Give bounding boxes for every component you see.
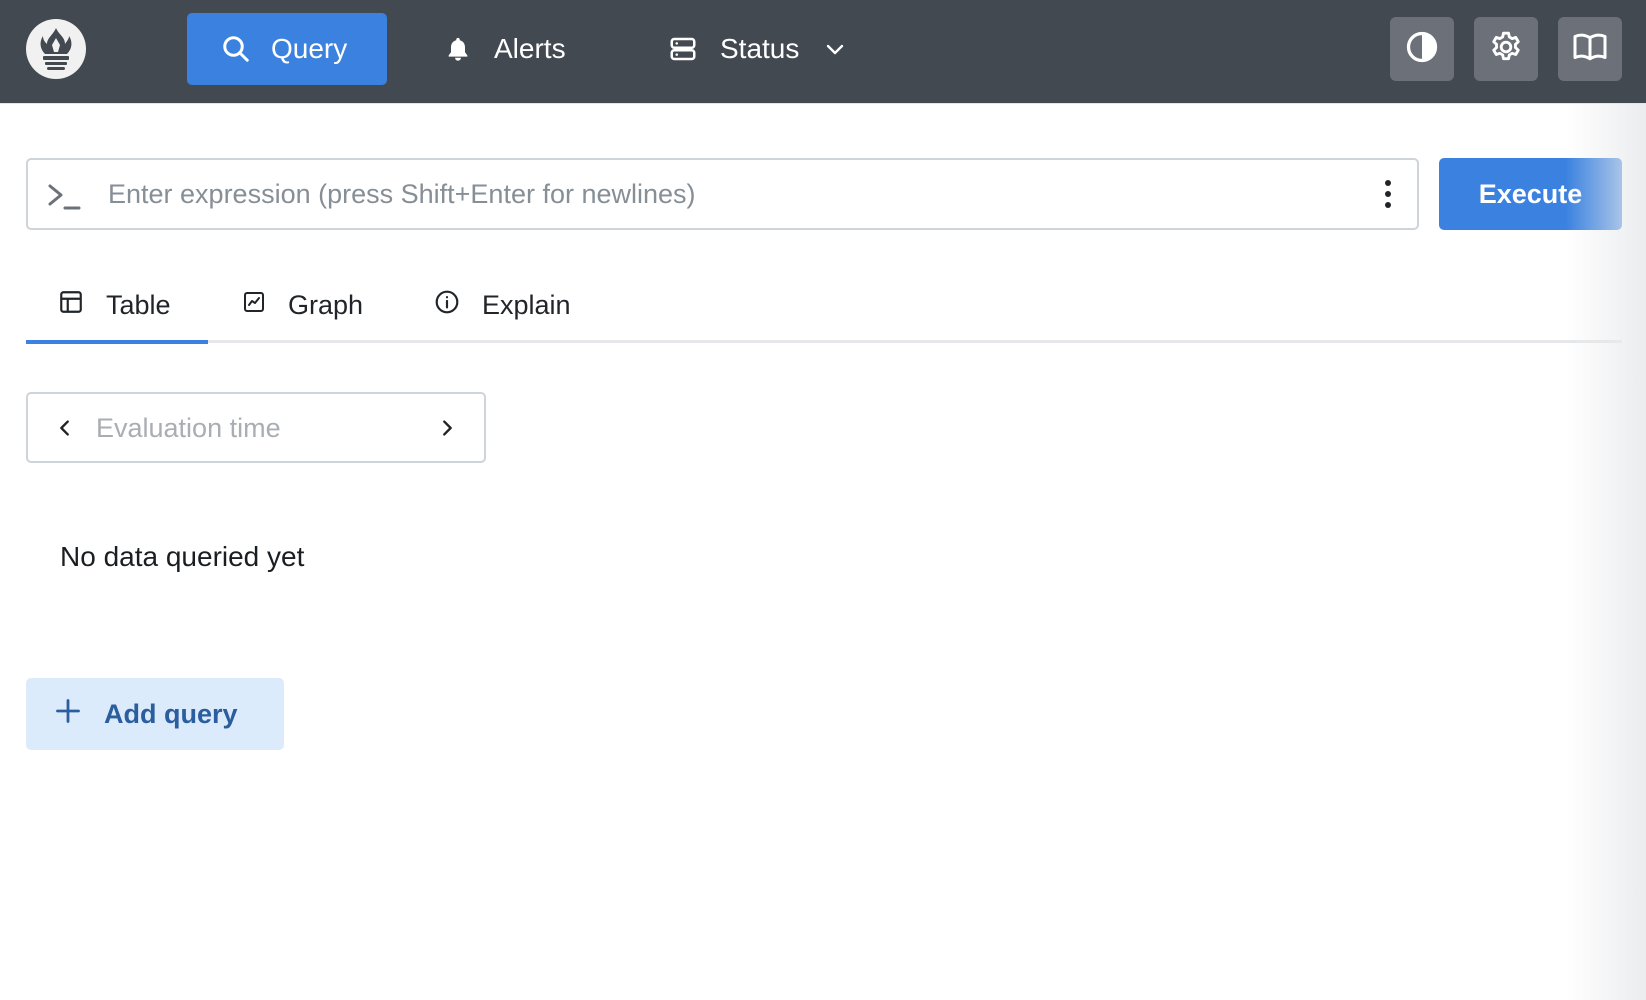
- chevron-right-icon[interactable]: [436, 417, 458, 444]
- edge-shadow: [1566, 104, 1646, 1000]
- plus-icon: [54, 697, 82, 732]
- info-icon: [434, 289, 460, 322]
- result-tabs: Table Graph Explain: [26, 268, 1622, 344]
- nav-alerts[interactable]: Alerts: [444, 13, 566, 85]
- add-query-button[interactable]: Add query: [26, 678, 284, 750]
- evaluation-time-input[interactable]: [96, 406, 396, 450]
- theme-toggle-button[interactable]: [1390, 17, 1454, 81]
- nav-status-dropdown[interactable]: Status: [668, 13, 847, 85]
- contrast-icon: [1404, 29, 1440, 70]
- settings-button[interactable]: [1474, 17, 1538, 81]
- book-icon: [1571, 29, 1609, 70]
- tab-graph-label: Graph: [288, 290, 364, 320]
- chart-icon: [242, 290, 266, 321]
- tab-table-label: Table: [106, 290, 171, 320]
- nav-query-label: Query: [271, 33, 348, 64]
- nav-status-label: Status: [720, 33, 800, 64]
- server-icon: [668, 34, 698, 64]
- terminal-prompt-icon: [46, 180, 86, 219]
- active-tab-indicator: [26, 340, 208, 344]
- evaluation-time-picker: [26, 392, 486, 463]
- tab-table[interactable]: Table: [58, 268, 171, 343]
- chevron-down-icon: [823, 37, 847, 61]
- nav-query[interactable]: Query: [187, 13, 387, 85]
- page: Query Alerts Status Enter expression (pr…: [0, 0, 1646, 1000]
- bell-icon: [444, 34, 472, 64]
- search-icon: [221, 34, 251, 64]
- execute-button[interactable]: Execute: [1439, 158, 1622, 230]
- add-query-label: Add query: [104, 698, 238, 729]
- tab-graph[interactable]: Graph: [242, 268, 363, 343]
- chevron-left-icon[interactable]: [54, 417, 76, 444]
- nav-alerts-label: Alerts: [494, 33, 566, 64]
- more-options-icon[interactable]: [1383, 177, 1393, 216]
- empty-results-message: No data queried yet: [60, 541, 305, 572]
- expression-input-box: [26, 158, 1419, 230]
- prometheus-logo-icon[interactable]: [26, 19, 86, 79]
- documentation-button[interactable]: [1558, 17, 1622, 81]
- tab-explain-label: Explain: [482, 290, 571, 320]
- table-icon: [58, 289, 84, 322]
- gear-icon: [1488, 29, 1524, 70]
- tab-explain[interactable]: Explain: [434, 268, 571, 343]
- top-navbar: Query Alerts Status: [0, 0, 1646, 104]
- expression-input[interactable]: [108, 172, 1348, 216]
